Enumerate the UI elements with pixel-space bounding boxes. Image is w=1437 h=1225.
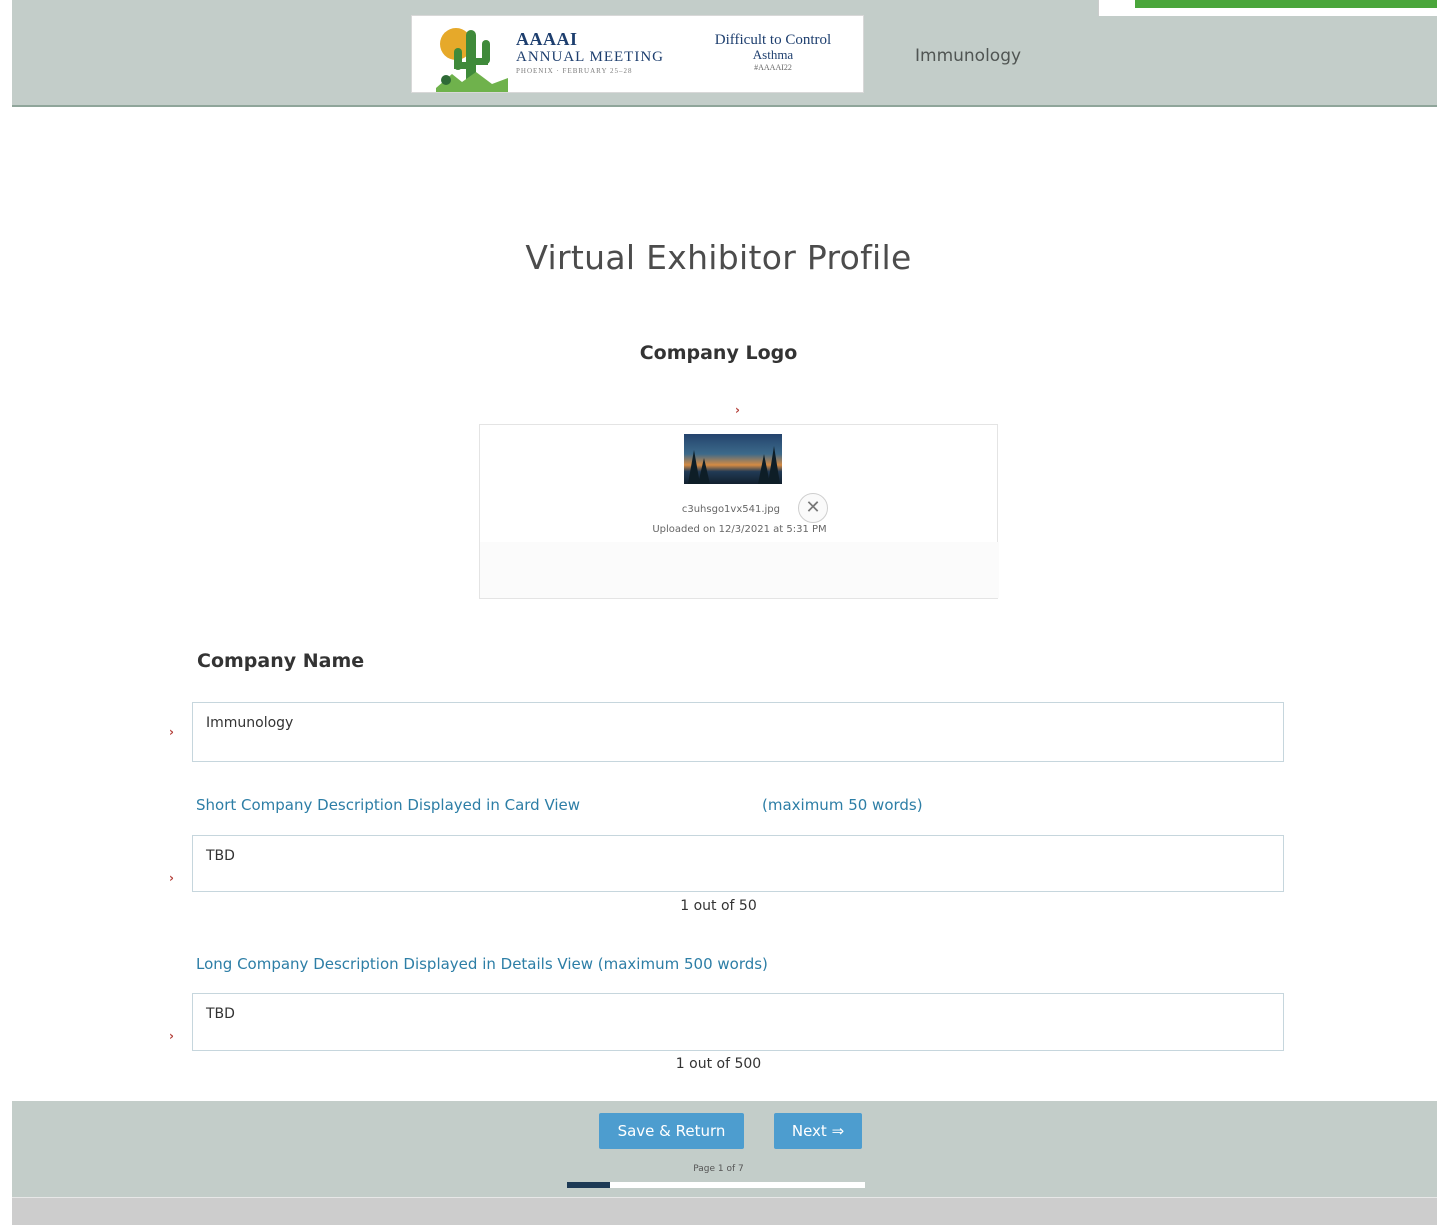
meeting-title: ANNUAL MEETING bbox=[516, 49, 665, 65]
short-description-word-count: 1 out of 50 bbox=[680, 898, 757, 914]
logo-upload-dropzone[interactable]: c3uhsgo1vx541.jpg ✕ Uploaded on 12/3/202… bbox=[479, 424, 999, 599]
long-description-word-count: 1 out of 500 bbox=[675, 1056, 762, 1072]
short-description-limit: (maximum 50 words) bbox=[762, 796, 923, 814]
thumbnail-tree-shape bbox=[768, 446, 780, 484]
remove-file-icon[interactable]: ✕ bbox=[798, 493, 828, 523]
short-description-textarea[interactable]: TBD bbox=[192, 835, 1284, 892]
company-name-input[interactable]: Immunology bbox=[192, 702, 1284, 762]
org-mark: AAAAI bbox=[516, 29, 578, 49]
short-description-label: Short Company Description Displayed in C… bbox=[196, 796, 581, 814]
logo-thumbnail bbox=[684, 434, 782, 484]
required-indicator: › bbox=[735, 403, 740, 417]
page-title: Virtual Exhibitor Profile bbox=[525, 238, 912, 277]
progress-fill bbox=[567, 1182, 610, 1188]
session-line-2: Asthma bbox=[752, 47, 794, 62]
upload-timestamp: Uploaded on 12/3/2021 at 5:31 PM bbox=[652, 524, 827, 535]
header-title: Immunology bbox=[915, 46, 1022, 66]
meeting-subtitle: PHOENIX · FEBRUARY 25–28 bbox=[516, 67, 633, 75]
thumbnail-tree-shape bbox=[698, 458, 710, 484]
header-bar: AAAAI ANNUAL MEETING PHOENIX · FEBRUARY … bbox=[12, 0, 1437, 107]
company-logo-label: Company Logo bbox=[639, 342, 798, 364]
cactus-logo-icon bbox=[436, 28, 508, 92]
uploaded-file-name: c3uhsgo1vx541.jpg bbox=[681, 504, 780, 515]
session-hashtag: #AAAAI22 bbox=[754, 63, 792, 72]
required-indicator: › bbox=[169, 1029, 174, 1043]
session-title-block: Difficult to Control Asthma #AAAAI22 bbox=[698, 32, 848, 74]
save-return-button[interactable]: Save & Return bbox=[599, 1113, 744, 1149]
required-indicator: › bbox=[169, 725, 174, 739]
long-description-label: Long Company Description Displayed in De… bbox=[196, 955, 768, 973]
company-name-label: Company Name bbox=[197, 650, 365, 672]
session-line-1: Difficult to Control bbox=[714, 32, 832, 48]
corner-tab bbox=[1098, 0, 1437, 16]
corner-accent-bar bbox=[1135, 0, 1437, 8]
page-indicator: Page 1 of 7 bbox=[693, 1164, 744, 1174]
next-button[interactable]: Next ⇒ bbox=[774, 1113, 862, 1149]
event-banner[interactable]: AAAAI ANNUAL MEETING PHOENIX · FEBRUARY … bbox=[411, 15, 864, 93]
long-description-textarea[interactable]: TBD bbox=[192, 993, 1284, 1051]
dropzone-area[interactable] bbox=[480, 542, 999, 598]
footer-bottom-strip bbox=[12, 1197, 1437, 1225]
meeting-title-block: AAAAI ANNUAL MEETING PHOENIX · FEBRUARY … bbox=[516, 30, 696, 76]
required-indicator: › bbox=[169, 871, 174, 885]
page-left-margin bbox=[0, 0, 12, 1225]
progress-bar bbox=[567, 1182, 865, 1188]
